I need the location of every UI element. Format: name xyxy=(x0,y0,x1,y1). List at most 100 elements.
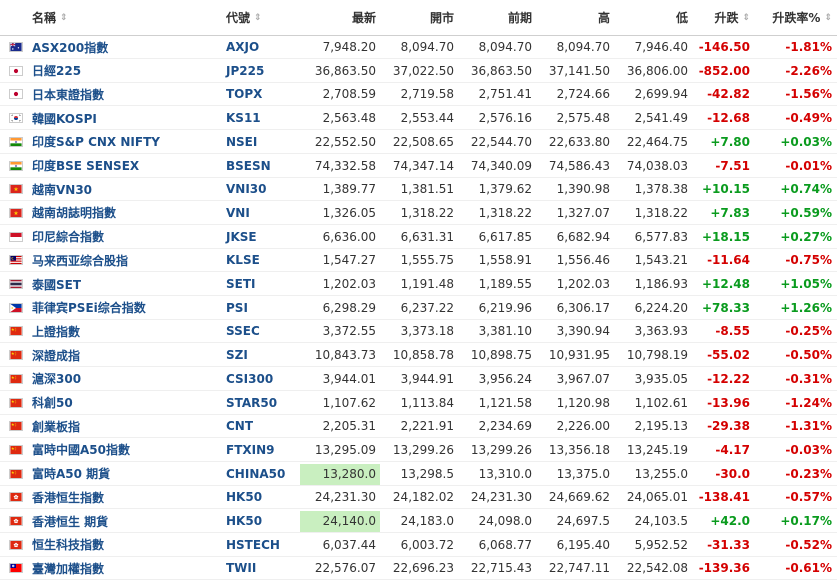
index-name-link[interactable]: 泰國SET xyxy=(32,272,220,296)
table-row[interactable]: 韓國KOSPI KS11 2,563.48 2,553.44 2,576.16 2,575… xyxy=(0,106,837,131)
table-row[interactable]: 越南VN30 VNI30 1,389.77 1,381.51 1,379.62 1,390… xyxy=(0,177,837,202)
table-row[interactable]: ASX200指數 AXJO 7,948.20 8,094.70 8,094.70 8,09… xyxy=(0,35,837,59)
sort-icon: ⇕ xyxy=(742,12,750,23)
table-row[interactable]: 富時中國A50指數 FTXIN9 13,295.09 13,299.26 13,299.… xyxy=(0,438,837,462)
last-price: 13,280.0 xyxy=(322,466,376,481)
change-percent: -0.75% xyxy=(785,253,832,268)
index-name-link[interactable]: 富時中國A50指數 xyxy=(32,438,220,462)
col-header-last[interactable]: 最新 xyxy=(300,0,376,35)
prev-close: 1,558.91 xyxy=(478,253,532,268)
index-name-link[interactable]: 印度BSE SENSEX xyxy=(32,154,220,178)
high-price: 8,094.70 xyxy=(556,40,610,54)
low-price: 24,065.01 xyxy=(626,490,688,505)
col-header-high[interactable]: 高 xyxy=(534,0,610,35)
index-name-link[interactable]: 深證成指 xyxy=(32,343,220,367)
table-row[interactable]: 印度BSE SENSEX BSESN 74,332.58 74,347.14 74,34… xyxy=(0,154,837,178)
table-row[interactable]: 菲律宾PSEi综合指数 PSI 6,298.29 6,237.22 6,219.96 6,… xyxy=(0,296,837,320)
change-value: +18.15 xyxy=(701,229,750,244)
prev-close: 74,340.09 xyxy=(470,158,532,173)
index-name-link[interactable]: 越南胡誌明指數 xyxy=(32,201,220,225)
last-price: 3,944.01 xyxy=(322,371,376,386)
change-percent: -2.26% xyxy=(785,63,832,78)
high-price: 24,669.62 xyxy=(548,490,610,505)
high-price: 3,390.94 xyxy=(556,324,610,339)
index-name-link[interactable]: 日經225 xyxy=(32,59,220,83)
index-name-link[interactable]: 马来西亚综合股指 xyxy=(32,248,220,272)
index-name-link[interactable]: 臺灣加權指數 xyxy=(32,556,220,580)
high-price: 6,682.94 xyxy=(556,229,610,244)
change-percent: -1.81% xyxy=(785,40,832,54)
col-header-prev[interactable]: 前期 xyxy=(456,0,532,35)
index-name-link[interactable]: ASX200指數 xyxy=(32,35,220,59)
last-price: 7,948.20 xyxy=(322,40,376,54)
change-percent: -1.56% xyxy=(785,87,832,102)
index-name-link[interactable]: 韓國KOSPI xyxy=(32,106,220,130)
table-row[interactable]: 創業板指 CNT 2,205.31 2,221.91 2,234.69 2,226.00 2… xyxy=(0,414,837,439)
high-price: 13,375.0 xyxy=(556,466,610,481)
prev-close: 6,617.85 xyxy=(478,229,532,244)
change-value: -12.68 xyxy=(707,111,750,126)
last-price: 24,231.30 xyxy=(314,490,376,505)
index-name-link[interactable]: 滬深300 xyxy=(32,367,220,391)
change-percent: +0.27% xyxy=(780,229,832,244)
col-header-open[interactable]: 開市 xyxy=(378,0,454,35)
table-row[interactable]: 印度S&P CNX NIFTY NSEI 22,552.50 22,508.65 22,… xyxy=(0,130,837,154)
change-percent: -0.50% xyxy=(785,348,832,363)
table-row[interactable]: 日經225 JP225 36,863.50 37,022.50 36,863.50 37,… xyxy=(0,59,837,83)
table-row[interactable]: 香港恒生 期貨 HK50 24,140.0 24,183.0 24,098.0 24,69… xyxy=(0,509,837,533)
index-name-link[interactable]: 菲律宾PSEi综合指数 xyxy=(32,296,220,320)
open-price: 1,555.75 xyxy=(400,253,454,268)
high-price: 74,586.43 xyxy=(548,158,610,173)
prev-close: 1,318.22 xyxy=(478,205,532,220)
last-price: 6,636.00 xyxy=(322,229,376,244)
change-percent: -0.23% xyxy=(785,466,832,481)
index-name-link[interactable]: 日本東證指數 xyxy=(32,82,220,106)
table-row[interactable]: 马来西亚综合股指 KLSE 1,547.27 1,555.75 1,558.91 1,55… xyxy=(0,248,837,273)
prev-close: 8,094.70 xyxy=(478,40,532,54)
table-row[interactable]: 滬深300 CSI300 3,944.01 3,944.91 3,956.24 3,967… xyxy=(0,367,837,391)
index-name-link[interactable]: 印尼綜合指數 xyxy=(32,225,220,249)
col-header-name[interactable]: 名稱 ⇕ xyxy=(32,0,220,35)
open-price: 2,221.91 xyxy=(400,419,454,434)
table-row[interactable]: 上證指數 SSEC 3,372.55 3,373.18 3,381.10 3,390.94… xyxy=(0,319,837,344)
index-name-link[interactable]: 科創50 xyxy=(32,391,220,415)
low-price: 7,946.40 xyxy=(634,40,688,54)
index-name-link[interactable]: 創業板指 xyxy=(32,414,220,438)
change-value: -29.38 xyxy=(707,419,750,434)
table-row[interactable]: 日本東證指數 TOPX 2,708.59 2,719.58 2,751.41 2,724.… xyxy=(0,82,837,107)
low-price: 1,102.61 xyxy=(634,395,688,410)
col-header-change[interactable]: 升跌 ⇕ xyxy=(688,0,750,35)
index-name-link[interactable]: 富時A50 期貨 xyxy=(32,462,220,486)
australia-flag-icon xyxy=(8,35,24,59)
table-row[interactable]: 泰國SET SETI 1,202.03 1,191.48 1,189.55 1,202.0… xyxy=(0,272,837,296)
index-name-link[interactable]: 香港恒生指數 xyxy=(32,485,220,509)
table-row[interactable]: 越南胡誌明指數 VNI 1,326.05 1,318.22 1,318.22 1,327.… xyxy=(0,201,837,225)
index-name-link[interactable]: 上證指數 xyxy=(32,319,220,343)
china-flag-icon xyxy=(8,319,24,343)
table-row[interactable]: 印尼綜合指數 JKSE 6,636.00 6,631.31 6,617.85 6,682.… xyxy=(0,225,837,249)
table-row[interactable]: 恒生科技指數 HSTECH 6,037.44 6,003.72 6,068.77 6,19… xyxy=(0,533,837,557)
low-price: 3,935.05 xyxy=(634,371,688,386)
index-name-link[interactable]: 印度S&P CNX NIFTY xyxy=(32,130,220,154)
table-row[interactable]: 香港恒生指數 HK50 24,231.30 24,182.02 24,231.30 24,… xyxy=(0,485,837,510)
change-value: +10.15 xyxy=(701,182,750,197)
change-value: -31.33 xyxy=(707,537,750,552)
col-header-change-pct[interactable]: 升跌率% ⇕ xyxy=(756,0,832,35)
index-name-link[interactable]: 越南VN30 xyxy=(32,177,220,201)
china-flag-icon xyxy=(8,367,24,391)
table-row[interactable]: 臺灣加權指數 TWII 22,576.07 22,696.23 22,715.43 22,… xyxy=(0,556,837,581)
low-price: 22,464.75 xyxy=(626,134,688,149)
low-price: 13,255.0 xyxy=(634,466,688,481)
high-price: 13,356.18 xyxy=(548,442,610,457)
high-price: 2,226.00 xyxy=(556,419,610,434)
index-name-link[interactable]: 恒生科技指數 xyxy=(32,533,220,557)
change-percent: +0.17% xyxy=(780,514,832,528)
prev-close: 6,068.77 xyxy=(478,537,532,552)
prev-close: 6,219.96 xyxy=(478,300,532,315)
index-name-link[interactable]: 香港恒生 期貨 xyxy=(32,509,220,533)
open-price: 6,237.22 xyxy=(400,300,454,315)
table-row[interactable]: 富時A50 期貨 CHINA50 13,280.0 13,298.5 13,310.0 1… xyxy=(0,462,837,486)
table-row[interactable]: 深證成指 SZI 10,843.73 10,858.78 10,898.75 10,931… xyxy=(0,343,837,368)
table-row[interactable]: 科創50 STAR50 1,107.62 1,113.84 1,121.58 1,120.… xyxy=(0,391,837,415)
col-header-low[interactable]: 低 xyxy=(612,0,688,35)
